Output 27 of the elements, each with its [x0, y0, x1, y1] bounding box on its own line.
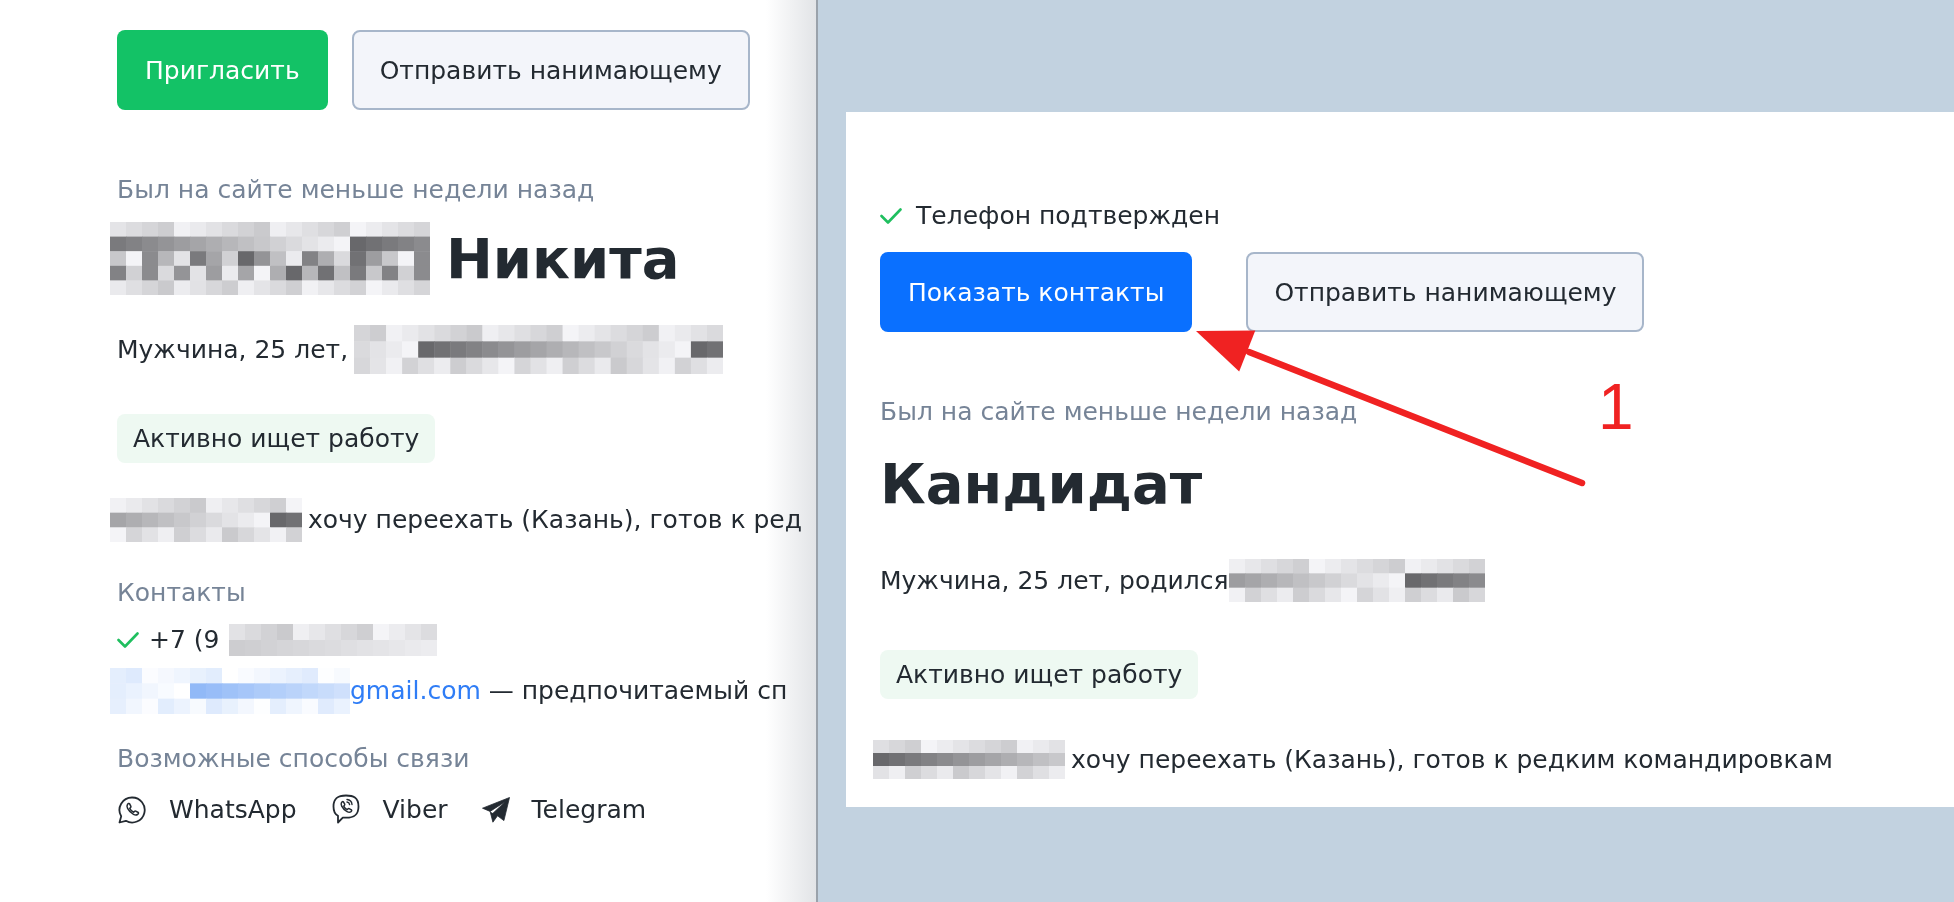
secondary-button[interactable]: Отправить нанимающему [1246, 252, 1645, 332]
status-tag: Активно ищет работу [117, 414, 436, 463]
messenger-label: WhatsApp [169, 794, 297, 825]
section-heading: Возможные способы связи [117, 744, 470, 774]
summary-text: Мужчина, 25 лет, [117, 334, 349, 365]
phone-verified-text: Телефон подтвержден [916, 201, 1220, 231]
relocation-text: хочу переехать (Казань), готов к ред [308, 505, 803, 535]
secondary-button[interactable]: Отправить нанимающему [351, 30, 750, 110]
last-seen-text: Был на сайте меньше недели назад [117, 175, 595, 205]
email-link[interactable]: gmail.com [350, 676, 481, 705]
chat-phone-icon [330, 794, 361, 825]
primary-button[interactable]: Показать контакты [880, 252, 1193, 332]
chat-phone-icon [117, 794, 147, 825]
candidate-name: Кандидат [880, 450, 1203, 518]
annotation-number: 1 [1598, 372, 1634, 442]
candidate-name: Никита [446, 224, 680, 293]
status-tag: Активно ищет работу [880, 650, 1199, 699]
messenger-label: Viber [382, 794, 448, 825]
paper-plane-icon [481, 796, 510, 823]
email-text: gmail.com — предпочитаемый сп [350, 676, 788, 706]
summary-text: Мужчина, 25 лет, родился [880, 565, 1229, 596]
phone-text: +7 (9 [149, 625, 220, 655]
section-heading: Контакты [117, 578, 246, 608]
last-seen-text: Был на сайте меньше недели назад [880, 397, 1358, 427]
relocation-text: хочу переехать (Казань), готов к редким командировкам [1071, 744, 1833, 775]
primary-button[interactable]: Пригласить [117, 30, 328, 110]
messenger-label: Telegram [531, 794, 647, 825]
